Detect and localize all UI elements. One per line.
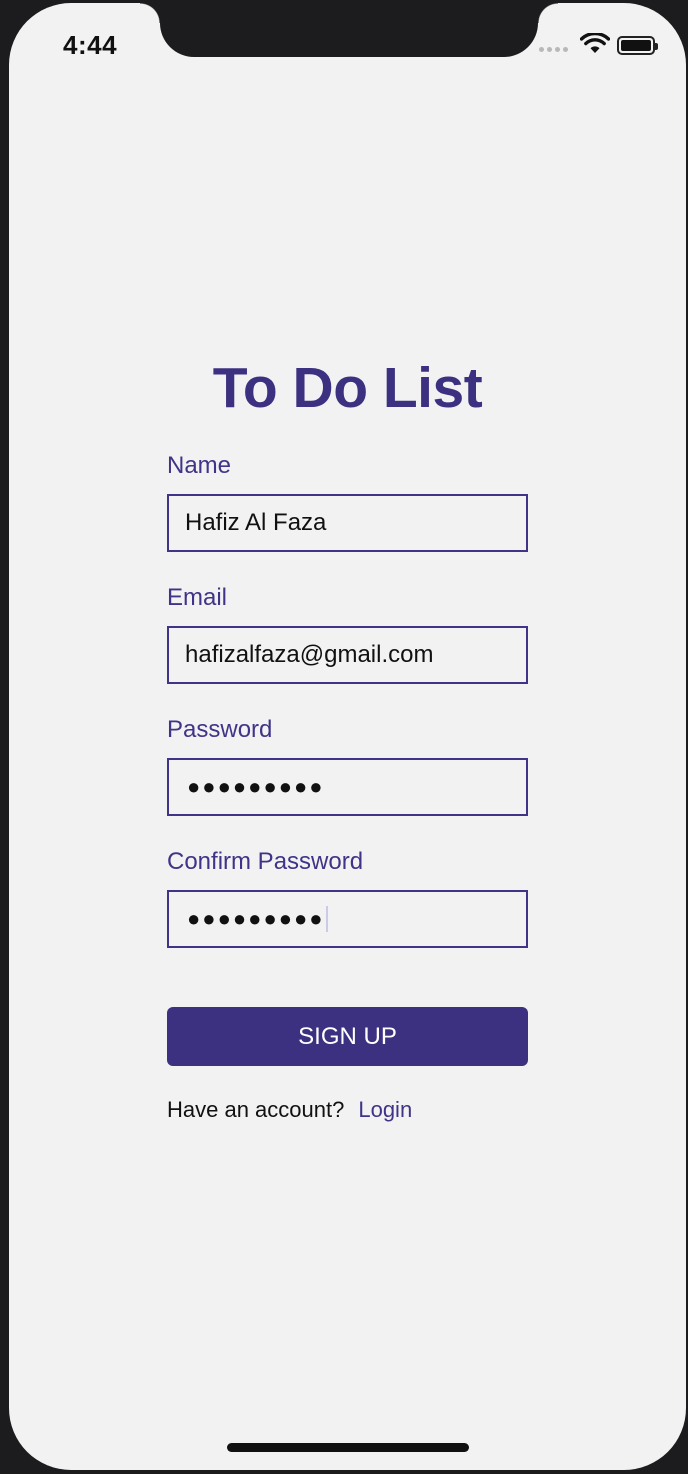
password-label: Password: [167, 716, 273, 743]
device-frame: 4:44 To Do List Name Hafiz Al Faza Email…: [0, 0, 688, 1474]
confirm-password-label: Confirm Password: [167, 848, 364, 875]
name-label: Name: [167, 452, 232, 479]
text-caret: [325, 906, 328, 932]
password-input-value: ●●●●●●●●●: [187, 774, 325, 799]
login-link[interactable]: Login: [358, 1097, 412, 1123]
status-time: 4:44: [63, 30, 118, 60]
home-indicator[interactable]: [227, 1443, 469, 1452]
app-screen: 4:44 To Do List Name Hafiz Al Faza Email…: [9, 3, 686, 1470]
email-input-value: hafizalfaza@gmail.com: [185, 641, 434, 668]
confirm-password-input-value: ●●●●●●●●●: [187, 906, 325, 931]
email-input[interactable]: hafizalfaza@gmail.com: [167, 626, 528, 684]
battery-icon: [617, 36, 658, 55]
device-notch: [140, 3, 558, 57]
wifi-icon: [579, 31, 611, 60]
login-prompt: Have an account? Login: [167, 1097, 412, 1123]
email-label: Email: [167, 584, 228, 611]
sign-up-button[interactable]: SIGN UP: [167, 1007, 528, 1066]
name-input[interactable]: Hafiz Al Faza: [167, 494, 528, 552]
sign-up-button-label: SIGN UP: [298, 1022, 397, 1050]
page-title: To Do List: [212, 356, 483, 420]
have-account-text: Have an account?: [167, 1097, 345, 1122]
password-input[interactable]: ●●●●●●●●●: [167, 758, 528, 816]
confirm-password-input[interactable]: ●●●●●●●●●: [167, 890, 528, 948]
name-input-value: Hafiz Al Faza: [185, 509, 327, 536]
signal-icon: [539, 47, 568, 52]
